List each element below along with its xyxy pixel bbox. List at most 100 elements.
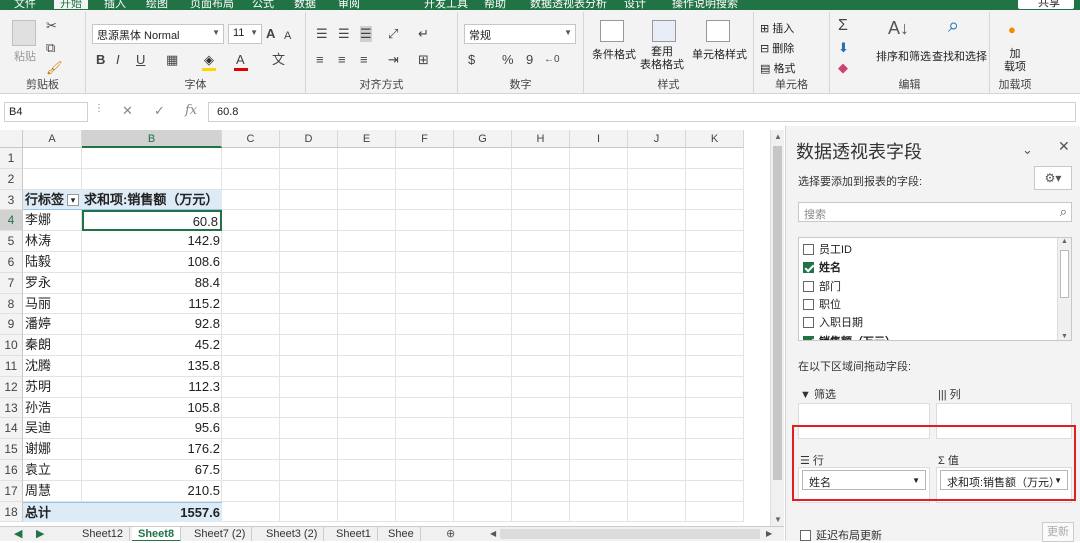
delete-cells-button[interactable]: ⊟ 删除 xyxy=(760,40,794,56)
filter-dropdown-icon[interactable]: ▾ xyxy=(67,193,79,206)
pivot-header-sum-sales[interactable]: 求和项:销售额（万元） xyxy=(82,189,222,211)
tab-draw[interactable]: 绘图 xyxy=(146,0,168,10)
add-sheet-icon[interactable]: ⊕ xyxy=(440,527,461,541)
pivot-row-value[interactable]: 67.5 xyxy=(82,460,222,481)
pivot-row-label[interactable]: 袁立 xyxy=(23,460,82,481)
checkbox-icon[interactable] xyxy=(803,280,814,292)
table-format-icon[interactable] xyxy=(652,20,676,42)
select-all-corner[interactable] xyxy=(0,130,23,148)
row-header-12[interactable]: 12 xyxy=(0,376,23,398)
formula-input[interactable]: 60.8 xyxy=(208,102,1076,122)
paste-button[interactable]: 粘贴 xyxy=(14,48,36,64)
row-header-14[interactable]: 14 xyxy=(0,418,23,440)
cell-styles-button[interactable]: 单元格样式 xyxy=(692,46,747,62)
pivot-row-label[interactable]: 孙浩 xyxy=(23,398,82,419)
insert-function-button[interactable]: fx xyxy=(185,103,197,118)
sort-filter-icon[interactable]: A↓ xyxy=(888,19,909,37)
pivot-row-value[interactable]: 142.9 xyxy=(82,231,222,252)
column-header-c[interactable]: C xyxy=(222,130,280,148)
hscroll-right-icon[interactable]: ▶ xyxy=(760,527,778,541)
search-icon[interactable]: ⌕ xyxy=(948,16,959,36)
cut-icon[interactable]: ✂ xyxy=(46,18,57,34)
pivot-grand-total-label[interactable]: 总计 xyxy=(23,501,82,523)
row-header-11[interactable]: 11 xyxy=(0,356,23,377)
copy-icon[interactable]: ⧉ xyxy=(46,40,55,56)
conditional-format-icon[interactable] xyxy=(600,20,624,42)
update-button[interactable]: 更新 xyxy=(1042,522,1074,542)
addins-button[interactable]: 加 载项 xyxy=(1004,48,1026,74)
percent-button[interactable]: % xyxy=(502,52,514,68)
scroll-thumb[interactable] xyxy=(773,146,782,480)
tab-review[interactable]: 审阅 xyxy=(338,0,360,10)
format-painter-icon[interactable]: 🖌 xyxy=(46,60,63,76)
pivot-row-label[interactable]: 周慧 xyxy=(23,481,82,502)
field-item[interactable]: 入职日期 xyxy=(803,314,863,330)
row-header-3[interactable]: 3 xyxy=(0,189,23,211)
pivot-row-value[interactable]: 108.6 xyxy=(82,252,222,273)
row-header-7[interactable]: 7 xyxy=(0,272,23,294)
spreadsheet-grid[interactable]: ABCDEFGHIJK 1 2 3 4 5 6 7 8 9 10 11 12 13 14 15 16 17 18 … xyxy=(0,130,784,526)
row-header-2[interactable]: 2 xyxy=(0,168,23,190)
horizontal-scrollbar[interactable] xyxy=(500,529,760,539)
column-header-h[interactable]: H xyxy=(512,130,570,148)
pivot-row-value[interactable]: 210.5 xyxy=(82,481,222,502)
autosum-button[interactable]: Σ xyxy=(838,18,848,34)
column-header-d[interactable]: D xyxy=(280,130,338,148)
sort-filter-button[interactable]: 排序和筛选 xyxy=(876,48,931,64)
sheet-tab-partial[interactable]: Shee xyxy=(382,527,421,541)
align-middle-icon[interactable]: ☰ xyxy=(338,26,350,42)
pivot-row-value[interactable]: 45.2 xyxy=(82,335,222,356)
font-size-select[interactable]: 11 ▼ xyxy=(228,24,262,44)
conditional-format-button[interactable]: 条件格式 xyxy=(592,46,636,62)
align-left-icon[interactable]: ≡ xyxy=(316,52,324,68)
pivot-grand-total-value[interactable]: 1557.6 xyxy=(82,501,222,523)
name-box[interactable]: B4 xyxy=(4,102,88,122)
sheet-tab-sheet12[interactable]: Sheet12 xyxy=(76,527,130,541)
scroll-down-icon[interactable]: ▼ xyxy=(774,515,782,524)
prev-sheet-icon[interactable]: ◀ xyxy=(8,527,28,541)
column-header-f[interactable]: F xyxy=(396,130,454,148)
align-center-icon[interactable]: ≡ xyxy=(338,52,346,68)
comma-button[interactable]: 9 xyxy=(526,52,533,68)
shrink-font-button[interactable]: A xyxy=(284,28,291,44)
field-item[interactable]: 职位 xyxy=(803,296,841,312)
pivot-row-label[interactable]: 吴迪 xyxy=(23,418,82,439)
align-top-icon[interactable]: ☰ xyxy=(316,26,328,42)
scroll-down-icon[interactable]: ▼ xyxy=(1061,333,1068,340)
cancel-icon[interactable]: ✕ xyxy=(122,103,133,119)
find-select-button[interactable]: 查找和选择 xyxy=(932,48,987,64)
checkbox-checked-icon[interactable] xyxy=(803,262,814,274)
sheet-tab-sheet7-2[interactable]: Sheet7 (2) xyxy=(188,527,253,541)
field-item[interactable]: 员工ID xyxy=(803,241,852,257)
tell-me-search[interactable]: 操作说明搜索 xyxy=(672,0,738,10)
pivot-row-value[interactable]: 88.4 xyxy=(82,273,222,294)
tab-help[interactable]: 帮助 xyxy=(484,0,506,10)
close-icon[interactable]: ✕ xyxy=(1058,138,1070,155)
tab-formulas[interactable]: 公式 xyxy=(252,0,274,10)
pivot-row-label[interactable]: 罗永 xyxy=(23,273,82,294)
row-header-18[interactable]: 18 xyxy=(0,501,23,523)
sheet-tab-sheet3-2[interactable]: Sheet3 (2) xyxy=(260,527,325,541)
sheet-tab-sheet8[interactable]: Sheet8 xyxy=(132,527,182,541)
field-item[interactable]: 姓名 xyxy=(803,259,841,275)
column-header-b[interactable]: B xyxy=(82,130,222,148)
tab-home[interactable]: 开始 xyxy=(54,0,88,10)
field-item[interactable]: 部门 xyxy=(803,278,841,294)
tab-page-layout[interactable]: 页面布局 xyxy=(190,0,234,10)
row-header-6[interactable]: 6 xyxy=(0,252,23,273)
pivot-row-value[interactable]: 112.3 xyxy=(82,377,222,398)
row-header-17[interactable]: 17 xyxy=(0,480,23,502)
row-header-10[interactable]: 10 xyxy=(0,335,23,356)
pivot-row-value[interactable]: 135.8 xyxy=(82,356,222,377)
field-list-scrollbar[interactable]: ▲ ▼ xyxy=(1057,238,1071,340)
pivot-row-label[interactable]: 秦朗 xyxy=(23,335,82,356)
grow-font-button[interactable]: A xyxy=(266,26,275,42)
row-header-4[interactable]: 4 xyxy=(0,210,23,232)
currency-icon[interactable]: $ xyxy=(468,52,475,68)
column-header-j[interactable]: J xyxy=(628,130,686,148)
pivot-row-label[interactable]: 林涛 xyxy=(23,231,82,252)
sheet-tab-sheet1[interactable]: Sheet1 xyxy=(330,527,378,541)
format-cells-button[interactable]: ▤ 格式 xyxy=(760,60,795,76)
align-bottom-icon[interactable]: ☰ xyxy=(360,26,372,42)
row-header-13[interactable]: 13 xyxy=(0,397,23,419)
